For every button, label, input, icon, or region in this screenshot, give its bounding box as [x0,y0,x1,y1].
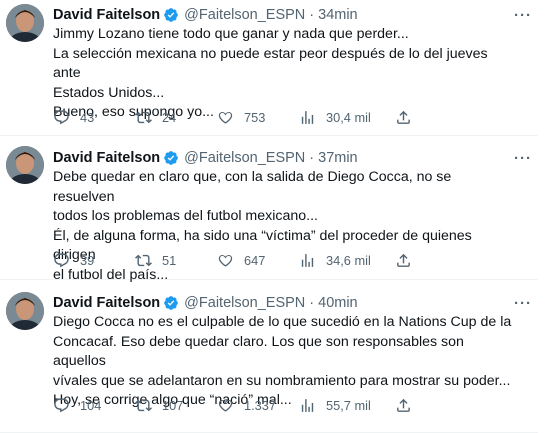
views-button[interactable]: 55,7 mil [299,397,395,414]
share-icon [397,398,410,412]
tweet-actions: 104 107 1.337 55,7 mil [53,395,443,415]
retweet-icon [135,254,152,266]
retweet-count: 24 [162,109,177,125]
retweet-icon [135,111,152,123]
separator-dot: · [309,7,315,23]
views-bar-icon [301,398,314,412]
author-name[interactable]: David Faitelson [53,7,160,23]
author-handle[interactable]: @Faitelson_ESPN [184,295,305,311]
reply-icon [54,252,69,267]
tweet-actions: 43 24 753 30,4 mil [53,107,443,127]
tweet-line: Concacaf. Eso debe quedar claro. Los que… [53,333,464,370]
retweet-button[interactable]: 51 [135,252,217,269]
like-count: 1.337 [244,397,277,413]
avatar[interactable] [6,146,44,184]
verified-badge-icon [163,7,179,23]
share-button[interactable] [395,252,412,269]
reply-count: 39 [80,252,95,268]
like-count: 753 [244,109,266,125]
share-icon [397,110,410,124]
avatar[interactable] [6,4,44,42]
tweet-time[interactable]: 37min [318,150,358,166]
reply-icon [54,109,69,124]
share-icon [397,253,410,267]
reply-count: 43 [80,109,95,125]
tweet[interactable]: David Faitelson @Faitelson_ESPN · 37min … [0,137,538,283]
avatar[interactable] [6,292,44,330]
view-count: 34,6 mil [326,252,371,268]
reply-button[interactable]: 39 [53,252,135,269]
reply-button[interactable]: 43 [53,109,135,126]
tweet-line: Diego Cocca no es el culpable de lo que … [53,314,512,330]
separator-dot: · [309,150,315,166]
tweet-line: Debe quedar en claro que, con la salida … [53,169,452,205]
more-dots-icon[interactable]: ··· [512,149,534,167]
more-dots-icon[interactable]: ··· [512,6,534,24]
retweet-count: 107 [162,397,184,413]
reply-count: 104 [80,397,102,413]
retweet-button[interactable]: 24 [135,109,217,126]
retweet-count: 51 [162,252,177,268]
views-bar-icon [301,253,314,267]
share-button[interactable] [395,397,412,414]
view-count: 30,4 mil [326,109,371,125]
more-dots-icon[interactable]: ··· [512,294,534,312]
tweet-line: vívales que se adelantaron en su nombram… [53,372,511,389]
view-count: 55,7 mil [326,397,371,413]
like-count: 647 [244,252,266,268]
like-button[interactable]: 1.337 [217,397,299,414]
like-button[interactable]: 647 [217,252,299,269]
verified-badge-icon [163,295,179,311]
separator-dot: · [309,295,315,311]
tweet-line: todos los problemas del futbol mexicano.… [53,208,318,224]
tweet[interactable]: David Faitelson @Faitelson_ESPN · 40min … [0,281,538,433]
tweet-time[interactable]: 40min [318,295,358,311]
tweet-line: Estados Unidos... [53,84,165,101]
author-handle[interactable]: @Faitelson_ESPN [184,7,305,23]
tweet-actions: 39 51 647 34,6 mil [53,250,443,270]
tweet-time[interactable]: 34min [318,7,358,23]
views-bar-icon [301,110,314,124]
tweet-line: La selección mexicana no puede estar peo… [53,45,488,82]
verified-badge-icon [163,150,179,166]
share-button[interactable] [395,109,412,126]
retweet-button[interactable]: 107 [135,397,217,414]
like-button[interactable]: 753 [217,109,299,126]
reply-icon [54,397,69,412]
reply-button[interactable]: 104 [53,397,135,414]
views-button[interactable]: 30,4 mil [299,109,395,126]
retweet-icon [135,399,152,411]
author-name[interactable]: David Faitelson [53,150,160,166]
author-name[interactable]: David Faitelson [53,295,160,311]
views-button[interactable]: 34,6 mil [299,252,395,269]
heart-icon [218,254,233,267]
tweet[interactable]: David Faitelson @Faitelson_ESPN · 34min … [0,0,538,136]
tweet-line: Jimmy Lozano tiene todo que ganar y nada… [53,26,409,42]
author-handle[interactable]: @Faitelson_ESPN [184,150,305,166]
heart-icon [218,111,233,124]
heart-icon [218,399,233,412]
